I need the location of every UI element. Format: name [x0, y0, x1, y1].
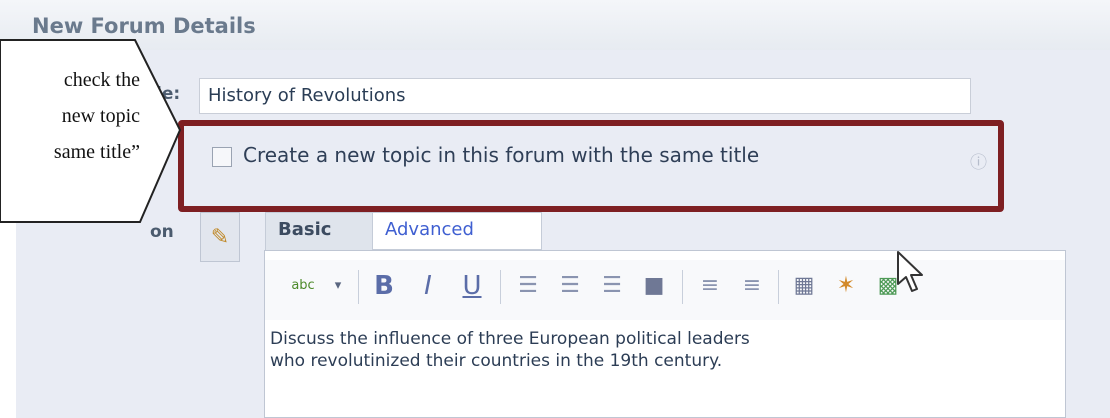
justify-icon[interactable]: ■ — [636, 268, 672, 304]
callout-line: same title” — [53, 141, 140, 163]
callout-line: check the — [63, 69, 140, 91]
table-icon[interactable]: ▦ — [786, 268, 822, 304]
bold-button[interactable]: B — [366, 268, 402, 304]
insert-link-icon[interactable]: ✶ — [828, 268, 864, 304]
highlight-box — [178, 120, 1004, 212]
toolbar-divider — [500, 270, 501, 304]
tab-advanced[interactable]: Advanced — [372, 212, 542, 250]
spellcheck-icon: abc — [291, 278, 315, 293]
align-center-icon[interactable]: ☰ — [552, 268, 588, 304]
toolbar-divider — [778, 270, 779, 304]
toolbar-divider — [682, 270, 683, 304]
mouse-cursor-icon — [897, 251, 923, 292]
align-left-icon[interactable]: ☰ — [510, 268, 546, 304]
italic-button[interactable]: I — [410, 268, 446, 304]
align-right-icon[interactable]: ☰ — [594, 268, 630, 304]
chevron-down-icon[interactable]: ▾ — [328, 268, 348, 304]
editor-body-text[interactable]: Discuss the influence of three European … — [270, 328, 1050, 372]
numbered-list-icon[interactable]: ≡ — [734, 268, 770, 304]
callout-line: new topic — [61, 105, 140, 127]
toolbar-divider — [358, 270, 359, 304]
underline-button[interactable]: U — [454, 268, 490, 304]
spellcheck-button[interactable]: abc — [278, 268, 328, 304]
tab-basic[interactable]: Basic — [265, 212, 373, 250]
pencil-icon[interactable]: ✎ — [200, 212, 240, 262]
bulleted-list-icon[interactable]: ≡ — [692, 268, 728, 304]
forum-title-input[interactable]: History of Revolutions — [199, 78, 971, 114]
callout-text: check the new topic same title” — [0, 62, 160, 170]
